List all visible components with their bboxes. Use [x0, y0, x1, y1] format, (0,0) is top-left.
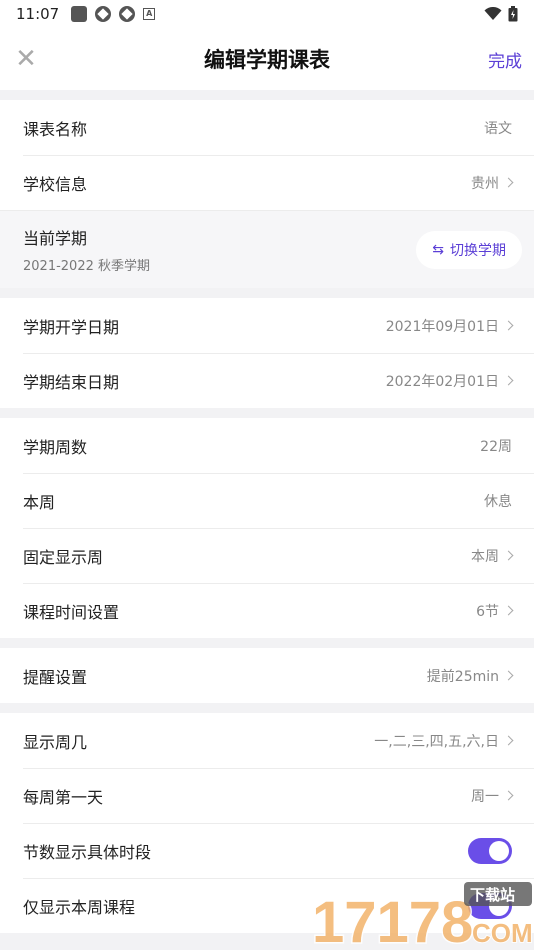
row-label: 每周第一天 — [23, 787, 104, 807]
row-fixed-display-week[interactable]: 固定显示周 本周 — [0, 528, 534, 583]
settings-group-dates: 学期开学日期 2021年09月01日 学期结束日期 2022年02月01日 — [0, 298, 534, 408]
swap-icon: ⇆ — [432, 241, 444, 258]
notification-app-icon — [95, 6, 112, 22]
row-label: 节数显示具体时段 — [23, 842, 152, 862]
chevron-right-icon — [503, 375, 514, 386]
row-value: 休息 — [484, 493, 512, 510]
row-schedule-name[interactable]: 课表名称 语文 — [0, 100, 534, 155]
status-time: 11:07 — [16, 5, 60, 23]
chevron-right-icon — [503, 605, 514, 616]
battery-icon — [508, 6, 518, 22]
row-label: 仅显示本周课程 — [23, 897, 136, 917]
row-value: 一,二,三,四,五,六,日 — [374, 731, 514, 751]
term-label: 当前学期 — [23, 229, 88, 248]
settings-group-basic: 课表名称 语文 学校信息 贵州 — [0, 100, 534, 210]
row-week-first-day[interactable]: 每周第一天 周一 — [0, 768, 534, 823]
notification-a-icon: A — [143, 8, 156, 20]
wifi-icon — [484, 7, 502, 20]
row-value: 周一 — [471, 786, 514, 806]
row-value: 贵州 — [471, 173, 514, 193]
row-reminder-settings[interactable]: 提醒设置 提前25min — [0, 648, 534, 703]
row-label: 提醒设置 — [23, 667, 88, 687]
chevron-right-icon — [503, 735, 514, 746]
row-label: 显示周几 — [23, 732, 88, 752]
row-label: 课表名称 — [23, 119, 88, 139]
switch-term-label: 切换学期 — [450, 242, 506, 259]
page-title: 编辑学期课表 — [204, 48, 330, 72]
close-icon[interactable]: ✕ — [15, 46, 37, 72]
row-value: 语文 — [484, 120, 512, 137]
row-term-end-date[interactable]: 学期结束日期 2022年02月01日 — [0, 353, 534, 408]
done-button[interactable]: 完成 — [488, 47, 522, 72]
settings-group-reminder: 提醒设置 提前25min — [0, 648, 534, 703]
notification-square-icon — [71, 6, 88, 22]
settings-group-weeks: 学期周数 22周 本周 休息 固定显示周 本周 课程时间设置 6节 — [0, 418, 534, 638]
row-value: 提前25min — [427, 666, 514, 686]
show-period-times-toggle[interactable] — [468, 837, 512, 864]
row-label: 学期开学日期 — [23, 317, 120, 337]
row-school-info[interactable]: 学校信息 贵州 — [0, 155, 534, 210]
row-class-time-settings[interactable]: 课程时间设置 6节 — [0, 583, 534, 638]
row-display-weekdays[interactable]: 显示周几 一,二,三,四,五,六,日 — [0, 713, 534, 768]
chevron-right-icon — [503, 790, 514, 801]
only-this-week-toggle[interactable] — [468, 892, 512, 919]
chevron-right-icon — [503, 320, 514, 331]
row-term-weeks[interactable]: 学期周数 22周 — [0, 418, 534, 473]
switch-term-button[interactable]: ⇆ 切换学期 — [416, 230, 522, 269]
term-value: 2021-2022 秋季学期 — [23, 259, 150, 274]
row-value: 22周 — [480, 438, 512, 455]
settings-group-display: 显示周几 一,二,三,四,五,六,日 每周第一天 周一 节数显示具体时段 仅显示… — [0, 713, 534, 933]
row-label: 本周 — [23, 492, 56, 512]
row-label: 学校信息 — [23, 174, 88, 194]
row-show-period-times: 节数显示具体时段 — [0, 823, 534, 878]
header-bar: ✕ 编辑学期课表 完成 — [0, 28, 534, 90]
row-value: 2022年02月01日 — [386, 371, 514, 391]
chevron-right-icon — [503, 670, 514, 681]
row-label: 固定显示周 — [23, 547, 104, 567]
row-label: 学期结束日期 — [23, 372, 120, 392]
notification-app-icon-2 — [119, 6, 136, 22]
row-value: 2021年09月01日 — [386, 316, 514, 336]
current-term-row: 当前学期 2021-2022 秋季学期 ⇆ 切换学期 — [0, 210, 534, 288]
status-bar: 11:07 A — [0, 0, 534, 28]
row-label: 课程时间设置 — [23, 602, 120, 622]
row-label: 学期周数 — [23, 437, 88, 457]
row-term-start-date[interactable]: 学期开学日期 2021年09月01日 — [0, 298, 534, 353]
row-value: 6节 — [476, 601, 514, 621]
chevron-right-icon — [503, 550, 514, 561]
row-this-week[interactable]: 本周 休息 — [0, 473, 534, 528]
row-only-this-week: 仅显示本周课程 — [0, 878, 534, 933]
row-value: 本周 — [471, 546, 514, 566]
chevron-right-icon — [503, 177, 514, 188]
